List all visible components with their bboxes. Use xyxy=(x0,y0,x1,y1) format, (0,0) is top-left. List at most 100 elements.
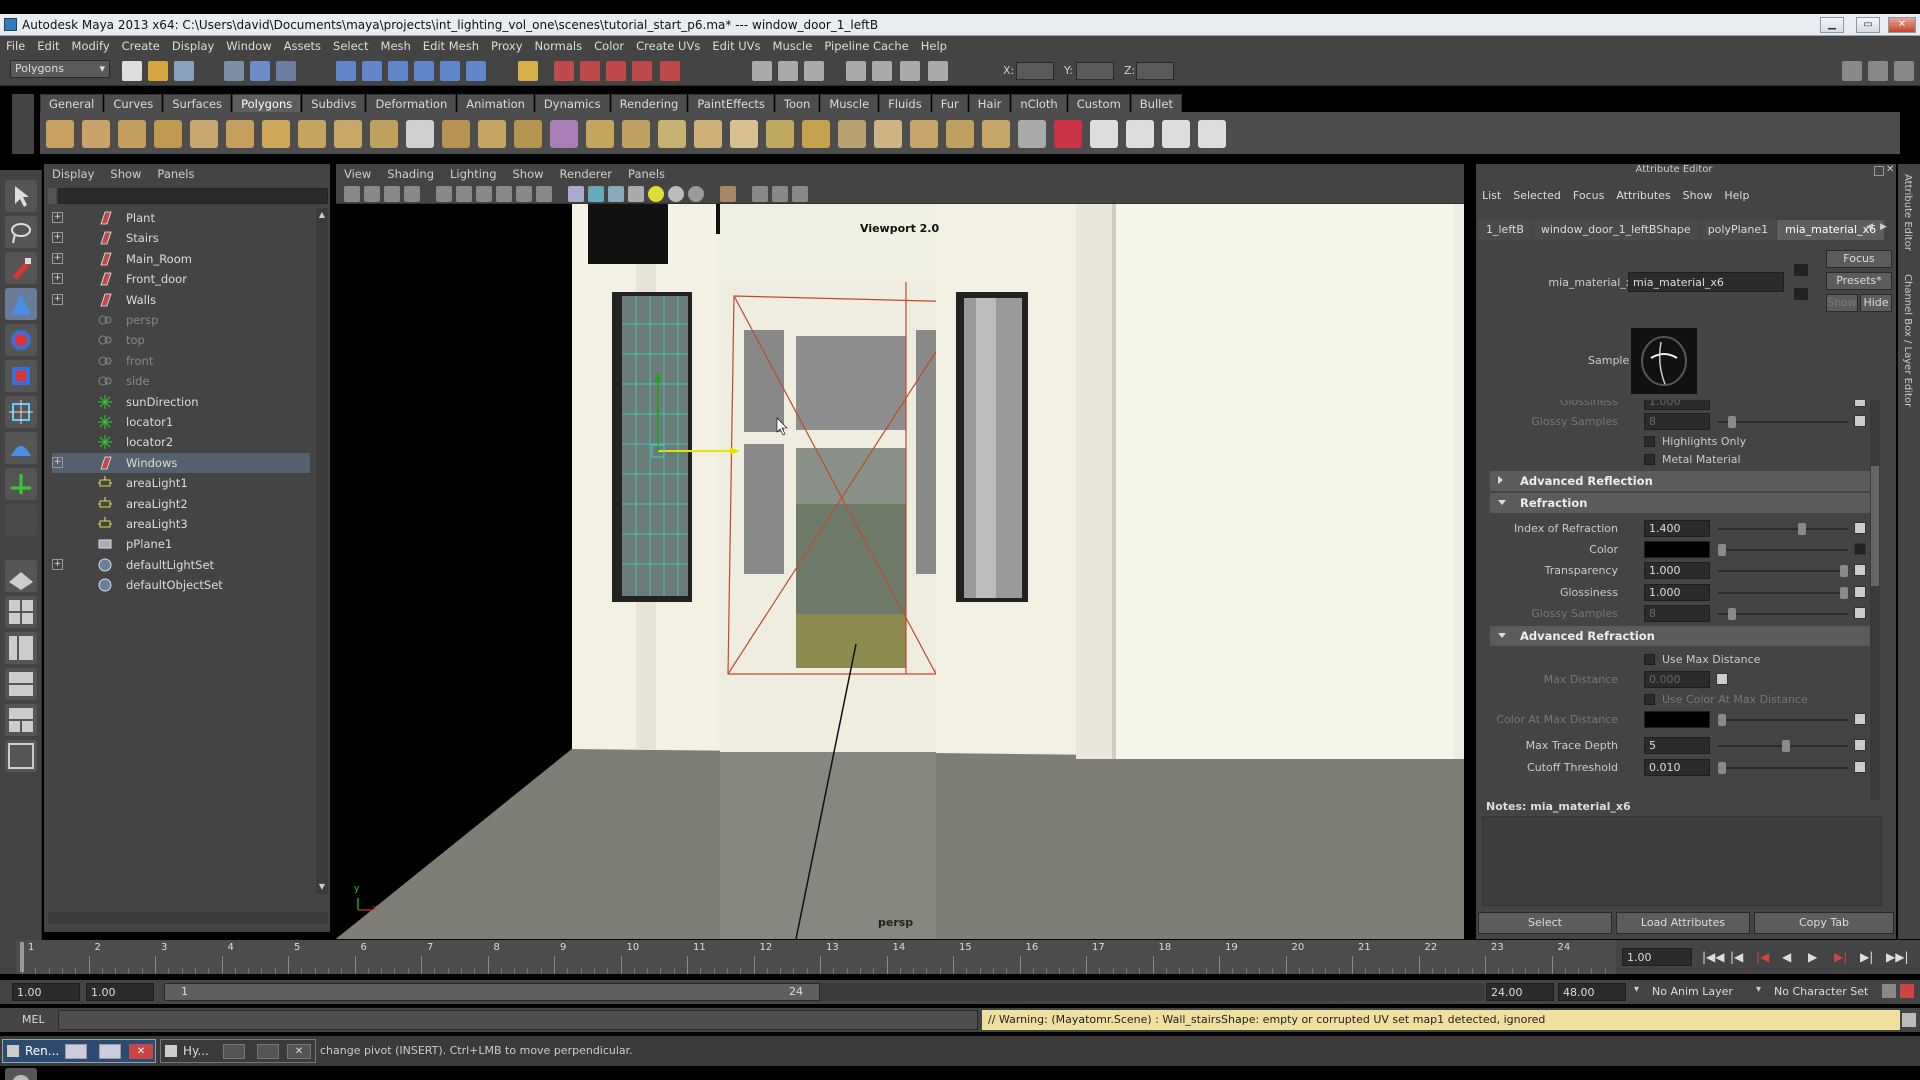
channel-box-icon[interactable] xyxy=(872,61,892,81)
wireframe-on-shaded-icon[interactable] xyxy=(608,186,624,202)
transparency-field[interactable]: 1.000 xyxy=(1644,562,1710,579)
select-object-icon[interactable] xyxy=(250,61,270,81)
menu-muscle[interactable]: Muscle xyxy=(767,36,819,56)
ae-menu-attributes[interactable]: Attributes xyxy=(1610,189,1676,202)
poly-cube-icon[interactable] xyxy=(82,120,110,148)
notes-textarea[interactable] xyxy=(1482,816,1882,906)
advanced-refraction-section[interactable]: Advanced Refraction xyxy=(1490,626,1874,646)
merge-icon[interactable] xyxy=(874,120,902,148)
range-slider[interactable]: 1 24 xyxy=(164,983,820,1001)
expand-plus-icon[interactable]: + xyxy=(52,273,63,285)
refraction-glossiness-field[interactable]: 1.000 xyxy=(1644,584,1710,601)
open-scene-icon[interactable] xyxy=(148,61,168,81)
attribute-scrollbar[interactable] xyxy=(1870,400,1880,800)
outliner-item[interactable]: areaLight2 xyxy=(52,494,310,514)
show-attribute-editor-icon[interactable] xyxy=(778,61,798,81)
perspective-viewport[interactable]: Viewport 2.0 persp y x xyxy=(336,204,1464,939)
shadows-icon[interactable] xyxy=(668,186,684,202)
shelf-tab-general[interactable]: General xyxy=(40,94,104,112)
menu-edit-mesh[interactable]: Edit Mesh xyxy=(417,36,485,56)
input-connections-icon[interactable] xyxy=(1794,264,1808,276)
toggle-channel-box-icon[interactable] xyxy=(1894,61,1914,81)
ae-tab[interactable]: window_door_1_leftBShape xyxy=(1532,220,1699,240)
fill-hole-icon[interactable] xyxy=(694,120,722,148)
map-button-icon[interactable] xyxy=(1854,415,1866,427)
render-view-icon[interactable] xyxy=(554,61,574,81)
menu-file[interactable]: File xyxy=(0,36,31,56)
spherical-mapping-icon[interactable] xyxy=(1126,120,1154,148)
map-button-icon[interactable] xyxy=(1854,522,1866,534)
viewport-menu-view[interactable]: View xyxy=(336,164,379,184)
outliner-item[interactable]: side xyxy=(52,371,310,391)
select-component-icon[interactable] xyxy=(276,61,296,81)
poly-cylinder-icon[interactable] xyxy=(118,120,146,148)
grid-icon[interactable] xyxy=(436,186,452,202)
poly-soccer-ball-icon[interactable] xyxy=(370,120,398,148)
animation-end-field[interactable]: 48.00 xyxy=(1558,983,1626,1001)
combine-icon[interactable] xyxy=(406,120,434,148)
shelf-tab-rendering[interactable]: Rendering xyxy=(610,94,688,112)
input-line-icon[interactable] xyxy=(928,61,948,81)
shelf-tab-polygons[interactable]: Polygons xyxy=(232,94,302,112)
shelf-tab-custom[interactable]: Custom xyxy=(1067,94,1130,112)
rotate-tool-icon[interactable] xyxy=(5,324,37,356)
ae-menu-focus[interactable]: Focus xyxy=(1567,189,1610,202)
play-forwards-icon[interactable]: ▶ xyxy=(1808,950,1817,964)
select-tool-icon[interactable] xyxy=(5,180,37,212)
bookmarks-icon[interactable] xyxy=(384,186,400,202)
shelf-tab-subdivs[interactable]: Subdivs xyxy=(302,94,366,112)
viewport-menu-show[interactable]: Show xyxy=(505,164,552,184)
universal-manipulator-icon[interactable] xyxy=(5,396,37,428)
select-button[interactable]: Select xyxy=(1478,912,1612,934)
refraction-color-slider[interactable] xyxy=(1718,544,1848,556)
textured-icon[interactable] xyxy=(628,186,644,202)
menu-help[interactable]: Help xyxy=(915,36,953,56)
outliner-menu-show[interactable]: Show xyxy=(102,164,149,184)
time-slider[interactable]: 1 2 3 4 5 6 7 8 9 10 11 12 13 14 15 16 17 18 19 20 21 22 23 24 … xyxy=(0,940,1920,974)
go-to-start-icon[interactable]: |◀◀ xyxy=(1702,950,1725,964)
max-distance-field[interactable]: 0.000 xyxy=(1644,671,1710,688)
outliner-item[interactable]: + defaultLightSet xyxy=(52,555,310,575)
cutoff-threshold-field[interactable]: 0.010 xyxy=(1644,759,1710,776)
map-button-icon[interactable] xyxy=(1854,607,1866,619)
minimize-button[interactable]: ▁ xyxy=(1820,17,1844,33)
poly-cone-icon[interactable] xyxy=(154,120,182,148)
soft-modification-icon[interactable] xyxy=(5,432,37,464)
close-button[interactable]: ✕ xyxy=(1888,17,1916,33)
outliner-item[interactable]: defaultObjectSet xyxy=(52,575,310,595)
poly-helix-icon[interactable] xyxy=(334,120,362,148)
node-name-field[interactable]: mia_material_x6 xyxy=(1628,272,1784,292)
expand-plus-icon[interactable]: + xyxy=(52,232,63,244)
anim-layer-chevron-icon[interactable]: ▾ xyxy=(1634,984,1639,995)
outliner-item[interactable]: + Front_door xyxy=(52,269,310,289)
ae-menu-help[interactable]: Help xyxy=(1718,189,1755,202)
snap-curve-icon[interactable] xyxy=(362,61,382,81)
menu-create[interactable]: Create xyxy=(116,36,166,56)
resolution-gate-icon[interactable] xyxy=(476,186,492,202)
ae-tab[interactable]: polyPlane1 xyxy=(1699,220,1777,240)
layer-editor-icon[interactable] xyxy=(900,61,920,81)
bevel-icon[interactable] xyxy=(838,120,866,148)
poke-icon[interactable] xyxy=(1018,120,1046,148)
outliner-item[interactable]: locator2 xyxy=(52,432,310,452)
isolate-select-icon[interactable] xyxy=(720,186,736,202)
step-back-frame-icon[interactable]: |◀ xyxy=(1756,950,1769,964)
character-set-chevron-icon[interactable]: ▾ xyxy=(1756,984,1761,995)
load-attributes-button[interactable]: Load Attributes xyxy=(1616,912,1750,934)
map-button-icon[interactable] xyxy=(1854,586,1866,598)
snap-view-plane-icon[interactable] xyxy=(414,61,434,81)
glossy-samples-slider[interactable] xyxy=(1718,416,1848,428)
safe-action-icon[interactable] xyxy=(536,186,552,202)
insert-edge-loop-icon[interactable] xyxy=(766,120,794,148)
task-restore-icon[interactable] xyxy=(65,1044,87,1059)
outliner-horizontal-scrollbar[interactable] xyxy=(48,912,328,924)
menu-display[interactable]: Display xyxy=(166,36,220,56)
split-icon[interactable] xyxy=(730,120,758,148)
shelf-tab-toon[interactable]: Toon xyxy=(774,94,820,112)
automatic-mapping-icon[interactable] xyxy=(1162,120,1190,148)
input-ops-icon[interactable] xyxy=(466,61,486,81)
advanced-reflection-section[interactable]: Advanced Reflection xyxy=(1490,471,1874,491)
show-button[interactable]: Show xyxy=(1826,294,1858,312)
menu-edit[interactable]: Edit xyxy=(31,36,65,56)
maximize-button[interactable]: ▭ xyxy=(1856,17,1880,33)
